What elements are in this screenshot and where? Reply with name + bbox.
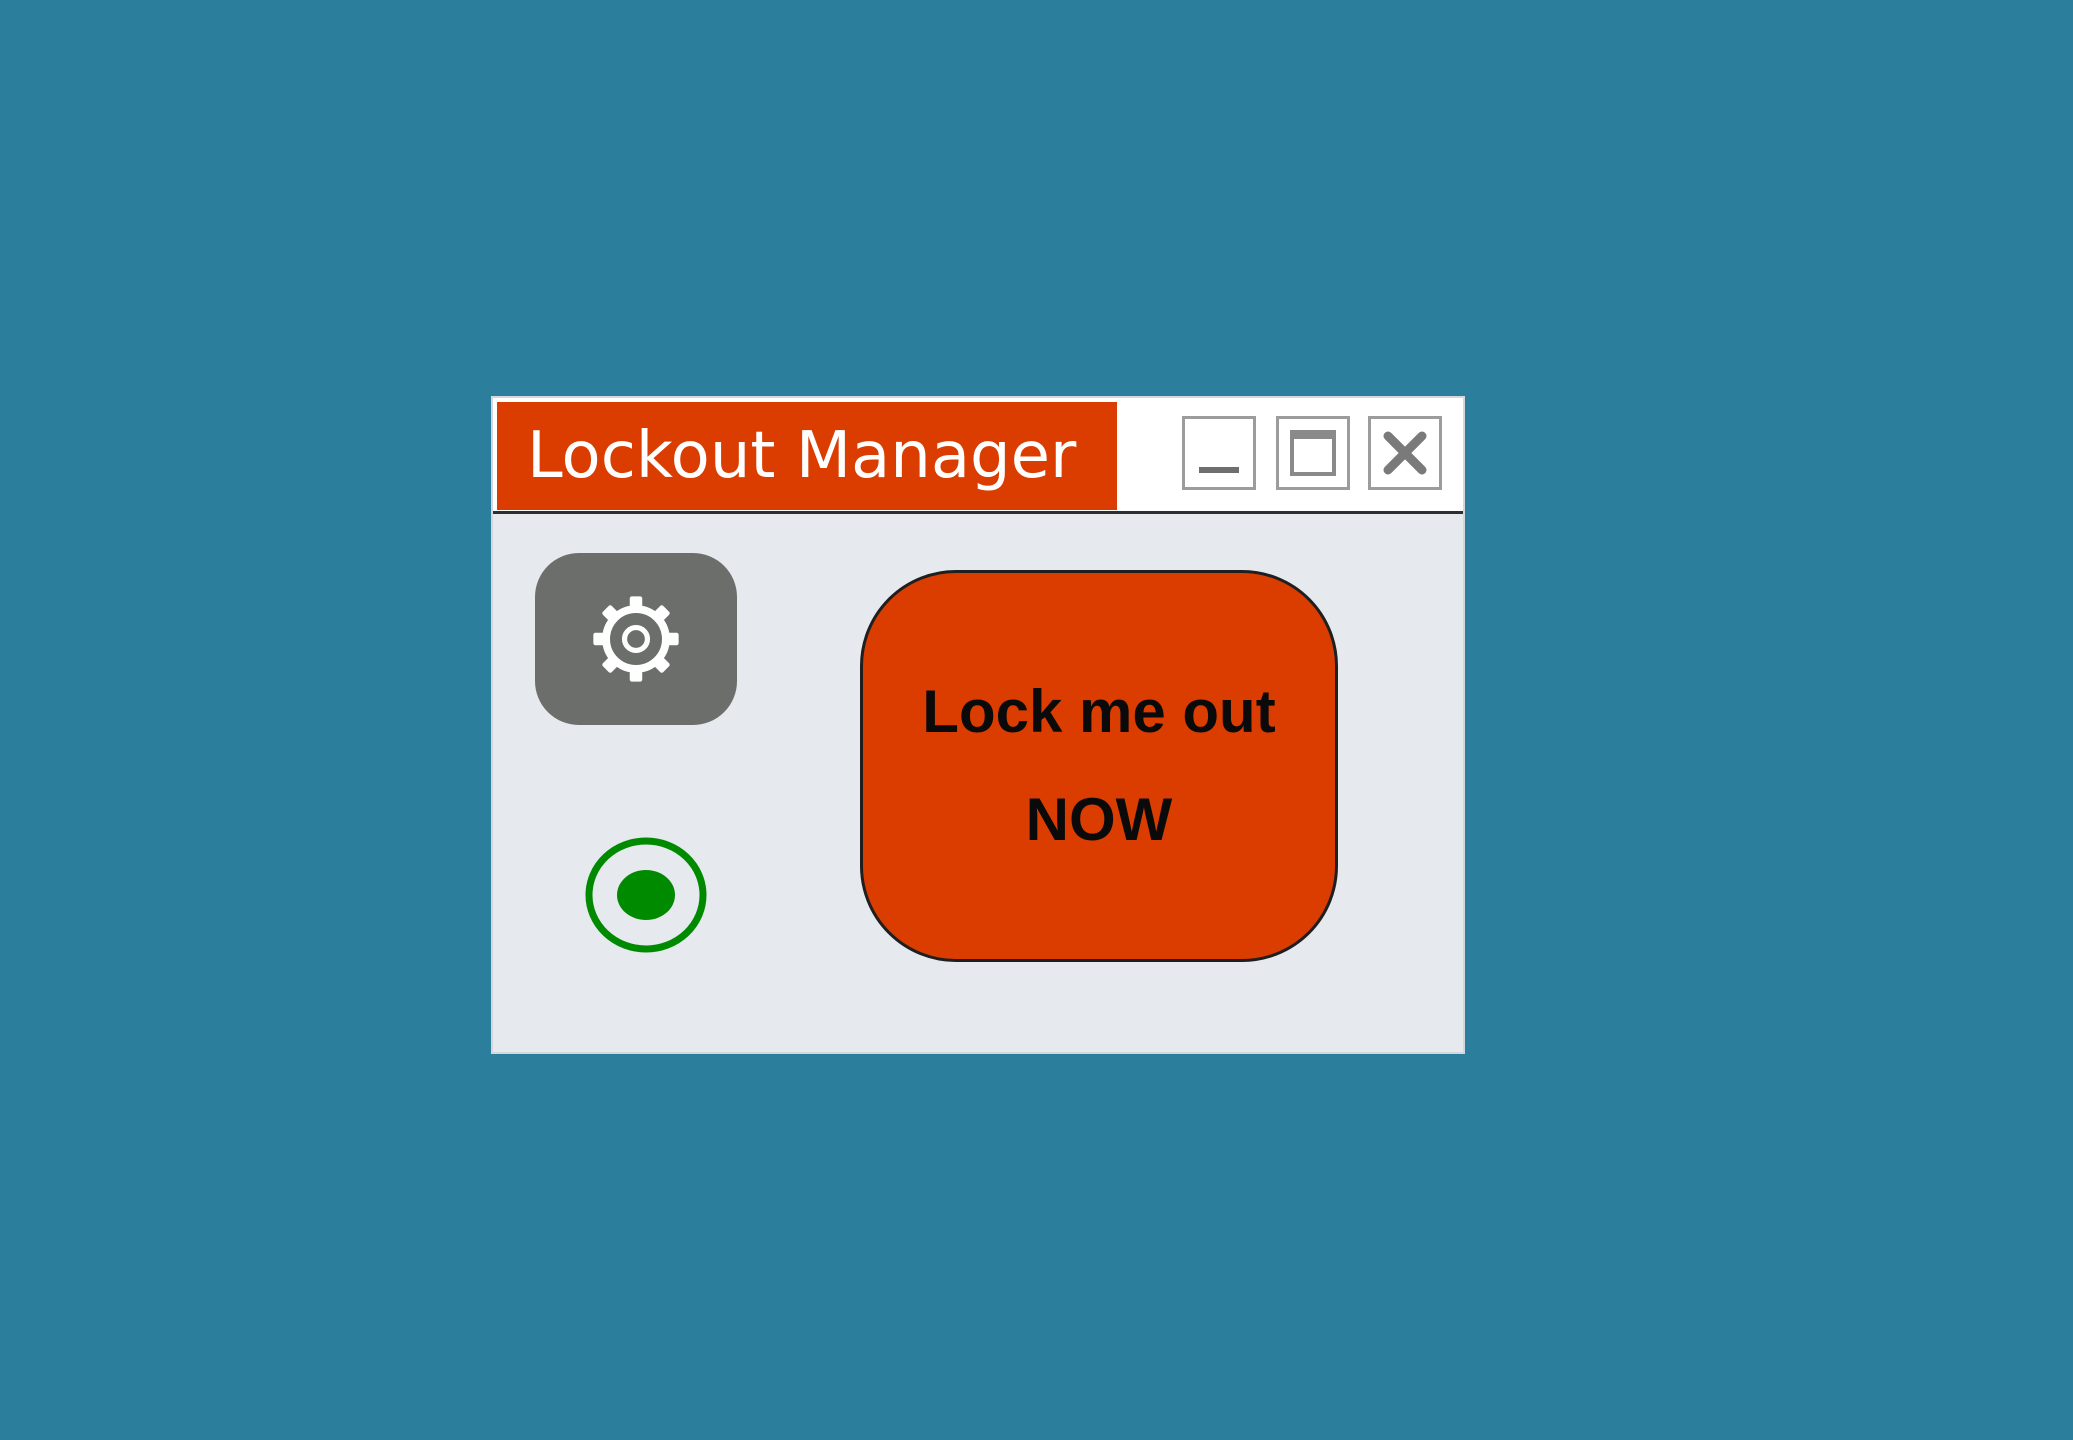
lockout-manager-window: Lockout Manager Lock me out NOW (491, 396, 1465, 1054)
minimize-icon (1199, 467, 1239, 473)
minimize-button[interactable] (1182, 416, 1256, 490)
window-title: Lockout Manager (527, 419, 1077, 493)
lock-me-out-now-button[interactable]: Lock me out NOW (860, 570, 1338, 962)
title-tab: Lockout Manager (497, 402, 1117, 510)
maximize-icon (1290, 430, 1336, 476)
maximize-button[interactable] (1276, 416, 1350, 490)
lock-button-label-line2: NOW (1025, 786, 1173, 853)
status-indicator[interactable] (584, 836, 708, 954)
settings-button[interactable] (535, 553, 737, 725)
close-icon (1383, 431, 1427, 475)
gear-icon (593, 596, 679, 682)
radio-indicator-icon (585, 837, 707, 953)
close-button[interactable] (1368, 416, 1442, 490)
title-bar[interactable]: Lockout Manager (493, 398, 1463, 514)
lock-button-label-line1: Lock me out (922, 678, 1276, 745)
